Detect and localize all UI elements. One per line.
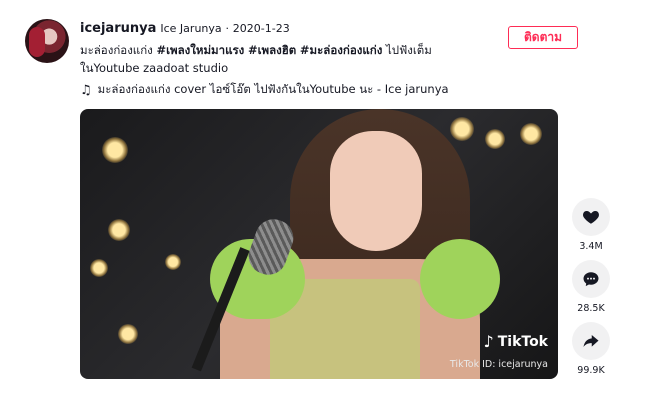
post-date: 2020-1-23 xyxy=(232,22,290,35)
comment-count: 28.5K xyxy=(577,303,605,314)
background-light xyxy=(108,219,130,241)
author-line: icejarunya Ice Jarunya · 2020-1-23 xyxy=(80,21,490,36)
background-light xyxy=(102,137,128,163)
share-button[interactable] xyxy=(572,322,610,360)
background-light xyxy=(485,129,505,149)
post-header: icejarunya Ice Jarunya · 2020-1-23 xyxy=(80,21,490,36)
music-link[interactable]: ♫ มะล่องก่องแก่ง cover ไอซ์โอ๊ต ไปฟังกัน… xyxy=(80,81,449,99)
share-icon xyxy=(583,335,599,347)
background-light xyxy=(90,259,108,277)
tiktok-id-watermark: TikTok ID: icejarunya xyxy=(449,359,548,370)
singer-face xyxy=(330,131,422,251)
hashtag-link[interactable]: #มะล่องก่องแก่ง xyxy=(300,43,382,57)
follow-button[interactable]: ติดตาม xyxy=(508,26,578,49)
background-light xyxy=(165,254,181,270)
tiktok-watermark-text: TikTok xyxy=(497,333,548,350)
music-note-icon: ♫ xyxy=(80,82,92,98)
heart-icon xyxy=(583,211,599,224)
singer-sleeve-right xyxy=(420,239,500,319)
background-light xyxy=(118,324,138,344)
like-count: 3.4M xyxy=(579,241,603,252)
author-nickname[interactable]: Ice Jarunya xyxy=(160,22,221,35)
post-caption: มะล่องก่องแก่ง #เพลงใหม่มาแรง #เพลงฮิต #… xyxy=(80,41,480,77)
comment-button[interactable] xyxy=(572,260,610,298)
tiktok-watermark: ♪ TikTok xyxy=(484,332,549,351)
like-button[interactable] xyxy=(572,198,610,236)
avatar[interactable] xyxy=(25,19,69,63)
music-title: มะล่องก่องแก่ง cover ไอซ์โอ๊ต ไปฟังกันใน… xyxy=(97,82,449,96)
caption-text: มะล่องก่องแก่ง xyxy=(80,43,157,57)
hashtag-link[interactable]: #เพลงใหม่มาแรง xyxy=(156,43,244,57)
comment-icon xyxy=(583,272,599,287)
background-light xyxy=(520,123,542,145)
video-player[interactable]: ♪ TikTok TikTok ID: icejarunya xyxy=(80,109,558,379)
hashtag-link[interactable]: #เพลงฮิต xyxy=(248,43,296,57)
background-light xyxy=(450,117,474,141)
avatar-hair xyxy=(29,27,45,57)
author-username[interactable]: icejarunya xyxy=(80,21,156,36)
share-count: 99.9K xyxy=(577,365,605,376)
tiktok-logo-icon: ♪ xyxy=(483,332,494,351)
separator-dot: · xyxy=(225,22,229,35)
